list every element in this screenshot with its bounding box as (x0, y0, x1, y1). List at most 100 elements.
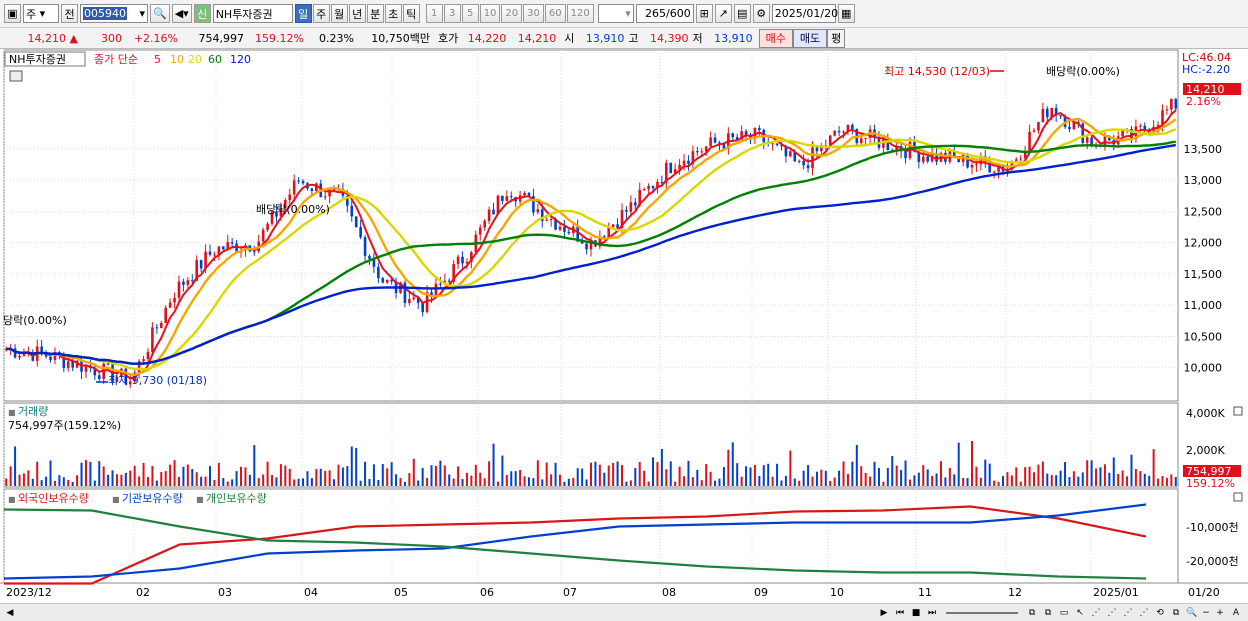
volume-bar (709, 471, 712, 486)
rewind-icon[interactable]: ⏮ (894, 606, 906, 619)
volume-bar (638, 462, 641, 486)
minute-step-20[interactable]: 20 (501, 4, 523, 23)
cursor-icon[interactable]: ↖ (1074, 606, 1086, 619)
capture-icon[interactable]: ⧉ (1170, 606, 1182, 619)
volume-bar (434, 465, 437, 486)
volume-bar (284, 465, 287, 486)
volume-bar (993, 480, 996, 486)
layout2-icon[interactable]: ⧉ (1042, 606, 1054, 619)
sell-button[interactable]: 매도 (792, 28, 828, 48)
font-size-icon[interactable]: A (1230, 606, 1242, 619)
volume-axis-label: 4,000K (1186, 407, 1225, 420)
period-tab-6[interactable]: 틱 (402, 4, 420, 23)
minute-step-1[interactable]: 1 (425, 4, 443, 23)
gear-icon[interactable]: ⚙ (752, 4, 770, 23)
scroll-left-icon[interactable]: ◀ (4, 606, 16, 619)
volume-bar (948, 467, 951, 486)
volume-bar (408, 473, 411, 486)
volume-bar (749, 467, 752, 486)
prev-button[interactable]: 전 (61, 4, 78, 23)
save-icon[interactable]: ▤ (733, 4, 751, 23)
volume-bar (133, 465, 136, 486)
minute-step-120[interactable]: 120 (566, 4, 594, 23)
y-tick-label: 10,500 (1184, 330, 1223, 343)
zoom-out-icon[interactable]: − (1200, 606, 1212, 619)
calendar-icon[interactable]: ▦ (837, 4, 855, 23)
volume-bar (22, 473, 25, 486)
candle-body (629, 202, 633, 212)
turnover-rate: 0.23% (319, 31, 354, 45)
ma-legend-10: 10 (170, 53, 184, 66)
period-tab-1[interactable]: 주 (312, 4, 330, 23)
minute-step-3[interactable]: 3 (443, 4, 461, 23)
minute-custom-select[interactable]: ▾ (597, 4, 634, 23)
pattern2-icon[interactable]: ⋰ (1106, 606, 1118, 619)
window-icon[interactable]: ▭ (1058, 606, 1070, 619)
y-tick-label: 11,000 (1184, 299, 1223, 312)
count-field[interactable]: 265/600 (635, 4, 694, 23)
layout-icon[interactable]: ⧉ (1026, 606, 1038, 619)
chart-type-icon[interactable]: ⊞ (695, 4, 713, 23)
volume-bar (155, 480, 158, 486)
volume-bar (784, 475, 787, 486)
minute-step-5[interactable]: 5 (461, 4, 479, 23)
volume-bar (146, 477, 149, 486)
volume-bar (275, 477, 278, 486)
minute-step-30[interactable]: 30 (523, 4, 544, 23)
candle-body (682, 160, 686, 165)
volume-bar (572, 477, 575, 486)
period-tab-5[interactable]: 초 (384, 4, 402, 23)
trade-value: 10,750백만 (371, 32, 430, 45)
scroll-right-icon[interactable]: ▶ (878, 606, 890, 619)
volume-bar (1134, 469, 1137, 486)
date-field[interactable]: 2025/01/20 (771, 4, 838, 23)
search-zoom-icon[interactable]: 🔍 (1186, 606, 1198, 619)
volume-bar (771, 476, 774, 486)
volume-bar (851, 461, 854, 486)
search-icon[interactable]: 🔍 (150, 4, 170, 23)
reset-icon[interactable]: ⟲ (1154, 606, 1166, 619)
volume-bar (652, 457, 655, 486)
period-tab-0[interactable]: 일 (294, 4, 312, 23)
stop-icon[interactable]: ■ (910, 606, 922, 619)
speaker-icon[interactable]: ◀▾ (171, 4, 192, 23)
volume-bar (359, 480, 362, 486)
volume-bar (541, 479, 544, 486)
market-select[interactable]: 주 ▾ (23, 4, 59, 23)
zoom-slider[interactable] (946, 612, 1018, 614)
stock-code-input[interactable]: 005940 ▾ (80, 4, 148, 23)
volume-bar (310, 478, 313, 486)
y-tick-label: 13,000 (1184, 174, 1223, 187)
buy-button[interactable]: 매수 (758, 28, 793, 48)
candle-body (377, 266, 380, 279)
screen-menu-icon[interactable]: ▣ (4, 4, 21, 23)
volume-bar (470, 475, 473, 486)
volume-bar (678, 466, 681, 486)
candle-body (806, 165, 810, 169)
volume-bar (1108, 472, 1111, 486)
eval-button[interactable]: 평 (827, 28, 846, 48)
x-tick-label: 04 (304, 586, 318, 599)
draw-tool-icon[interactable]: ↗ (714, 4, 732, 23)
pattern4-icon[interactable]: ⋰ (1138, 606, 1150, 619)
volume-bar (665, 469, 668, 486)
zoom-in-icon[interactable]: + (1214, 606, 1226, 619)
volume-bar (80, 462, 83, 486)
stock-chart[interactable]: 2023/12 02 03 04 05 06 07 08 09 10 11 12 2025/01 01/2… (0, 49, 1248, 603)
volume-bar (403, 481, 406, 486)
minute-step-10[interactable]: 10 (479, 4, 501, 23)
period-tab-3[interactable]: 년 (348, 4, 366, 23)
period-tab-4[interactable]: 분 (366, 4, 384, 23)
pattern1-icon[interactable]: ⋰ (1090, 606, 1102, 619)
pattern3-icon[interactable]: ⋰ (1122, 606, 1134, 619)
current-price: 14,210 ▲ (27, 31, 78, 45)
chart-scrollbar[interactable]: ◀ ▶ ⏮ ■ ⏭ ⧉ ⧉ ▭ ↖ ⋰ ⋰ ⋰ ⋰ ⟲ ⧉ 🔍 − + A (0, 603, 1248, 621)
minute-step-60[interactable]: 60 (544, 4, 566, 23)
candle-body (523, 192, 526, 196)
volume-bar (496, 481, 499, 486)
period-tab-2[interactable]: 월 (330, 4, 348, 23)
volume-bar (341, 467, 344, 486)
play-icon[interactable]: ⏭ (926, 606, 938, 619)
volume-bar (727, 449, 730, 486)
stock-name-field: NH투자증권 (212, 4, 293, 23)
